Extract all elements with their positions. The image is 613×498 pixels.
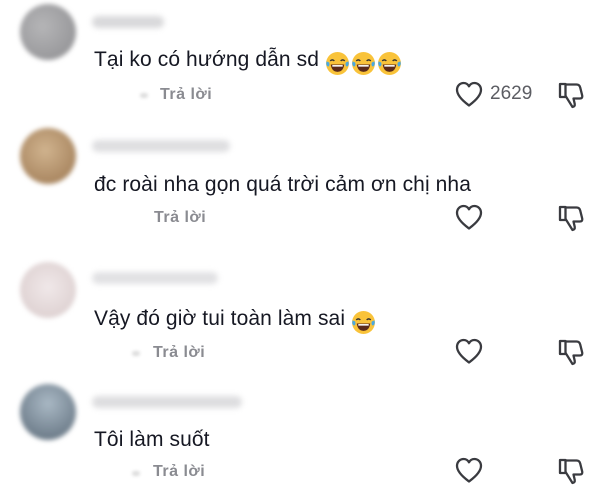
username[interactable]: [92, 396, 242, 408]
heart-outline-icon[interactable]: [454, 456, 484, 484]
comment-text-content: Tôi làm suốt: [94, 428, 210, 451]
comment-text: Tôi làm suốt: [94, 428, 210, 452]
thumbs-down-icon[interactable]: [556, 456, 586, 486]
comment-item: Tôi làm suốt Trả lời: [0, 0, 613, 498]
avatar[interactable]: [20, 384, 76, 440]
blurred-meta: [132, 471, 140, 476]
reply-button[interactable]: Trả lời: [153, 463, 205, 481]
